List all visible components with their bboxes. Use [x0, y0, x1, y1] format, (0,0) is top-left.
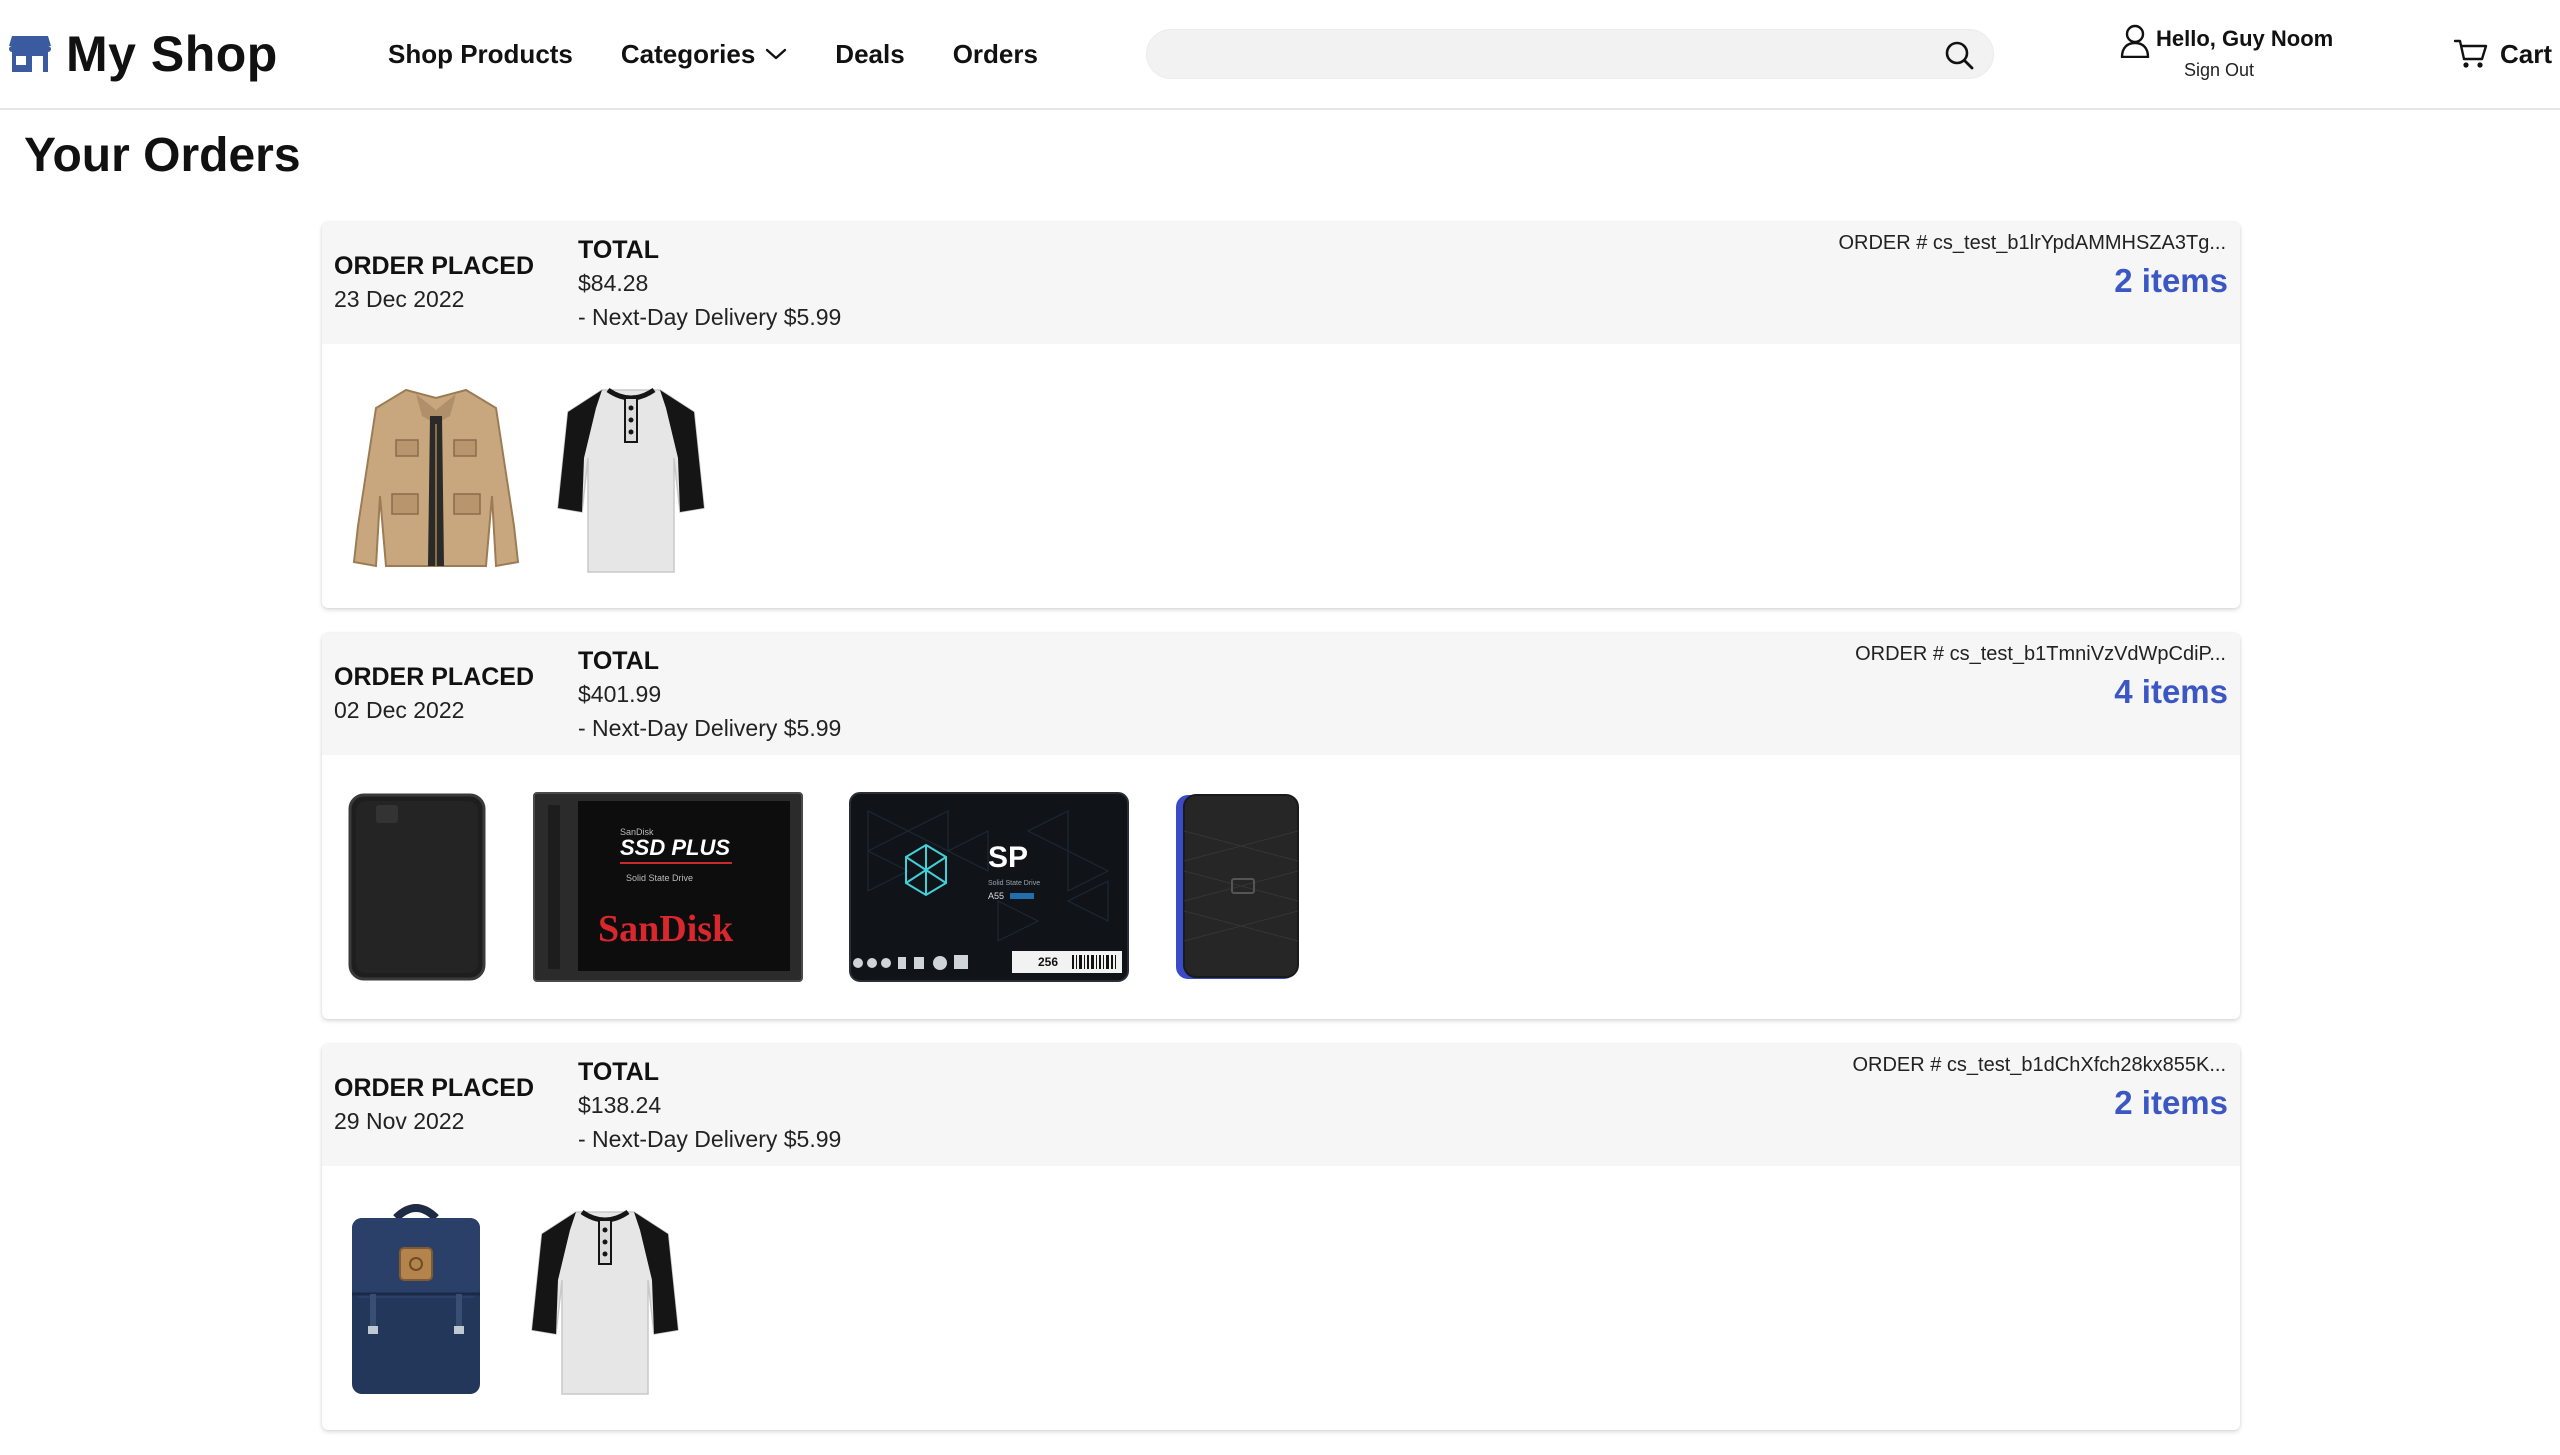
nav-categories[interactable]: Categories [621, 39, 787, 70]
order-placed-label: ORDER PLACED [334, 1074, 535, 1102]
nav-categories-label: Categories [620, 38, 756, 69]
account-greeting: Hello, Guy Noom [2156, 26, 2334, 51]
order-products: SanDisk SSD PLUS Solid State Drive SanDi… [322, 755, 2240, 1019]
nav-deals[interactable]: Deals [835, 39, 904, 70]
order-date: 29 Nov 2022 [334, 1108, 465, 1134]
order-card: ORDER PLACED 02 Dec 2022 TOTAL $401.99 -… [322, 633, 2240, 1019]
henley-tshirt-product-image[interactable] [530, 1198, 680, 1398]
nav-orders[interactable]: Orders [953, 39, 1038, 70]
cart-label: Cart [2500, 38, 2553, 69]
order-card: ORDER PLACED 29 Nov 2022 TOTAL $138.24 -… [322, 1044, 2240, 1430]
backpack-product-image[interactable] [346, 1198, 486, 1398]
logo[interactable]: My Shop [8, 26, 278, 82]
chevron-down-icon [766, 48, 787, 60]
order-items-link[interactable]: 4 items [2114, 673, 2228, 711]
order-delivery: - Next-Day Delivery $5.99 [578, 304, 842, 330]
main-nav: Shop Products Categories Deals Orders [388, 32, 1086, 76]
order-card: ORDER PLACED 23 Dec 2022 TOTAL $84.28 - … [322, 222, 2240, 608]
sandisk-brand-text: SanDisk [598, 908, 734, 950]
order-placed-label: ORDER PLACED [334, 663, 535, 691]
user-icon [2120, 24, 2150, 58]
henley-tshirt-product-image[interactable] [556, 376, 706, 576]
order-placed-label: ORDER PLACED [334, 252, 535, 280]
sp-ssd-product-image[interactable]: SP Solid State Drive A55 256 [848, 791, 1130, 983]
sp-model-text: A55 [988, 891, 1004, 901]
order-delivery: - Next-Day Delivery $5.99 [578, 715, 842, 741]
store-icon [9, 36, 51, 72]
external-hdd-blue-product-image[interactable] [1174, 791, 1300, 983]
order-total-label: TOTAL [578, 1058, 660, 1086]
order-date: 02 Dec 2022 [334, 697, 465, 723]
order-items-link[interactable]: 2 items [2114, 1084, 2228, 1122]
order-number: ORDER # cs_test_b1dChXfch28kx855K... [1852, 1054, 2226, 1076]
order-date: 23 Dec 2022 [334, 286, 465, 312]
cart-icon [2454, 39, 2488, 68]
sp-capacity-text: 256 [1038, 955, 1058, 969]
sandisk-ssd-product-image[interactable]: SanDisk SSD PLUS Solid State Drive SanDi… [532, 791, 804, 983]
jacket-product-image[interactable] [346, 376, 526, 576]
sp-sub-text: Solid State Drive [988, 880, 1040, 887]
page-title: Your Orders [24, 129, 301, 182]
order-products [322, 1166, 2240, 1430]
logo-text: My Shop [66, 26, 278, 82]
cart-button[interactable]: Cart [2454, 34, 2552, 74]
orders-list: ORDER PLACED 23 Dec 2022 TOTAL $84.28 - … [322, 222, 2240, 1455]
order-header: ORDER PLACED 02 Dec 2022 TOTAL $401.99 -… [322, 633, 2240, 755]
order-products [322, 344, 2240, 608]
order-header: ORDER PLACED 23 Dec 2022 TOTAL $84.28 - … [322, 222, 2240, 344]
sandisk-sub-text: Solid State Drive [626, 873, 693, 883]
sign-out-link[interactable]: Sign Out [2184, 60, 2254, 81]
order-number: ORDER # cs_test_b1lrYpdAMMHSZA3Tg... [1838, 232, 2226, 254]
order-total-label: TOTAL [578, 647, 660, 675]
search-icon[interactable] [1943, 39, 1975, 71]
order-delivery: - Next-Day Delivery $5.99 [578, 1126, 842, 1152]
order-total: $401.99 [578, 681, 662, 707]
order-total-label: TOTAL [578, 236, 660, 264]
order-items-link[interactable]: 2 items [2114, 262, 2228, 300]
sp-brand-text: SP [988, 841, 1028, 874]
sandisk-title-text: SSD PLUS [620, 835, 730, 860]
order-total: $84.28 [578, 270, 649, 296]
nav-shop-products[interactable]: Shop Products [388, 39, 573, 70]
external-hdd-black-product-image[interactable] [346, 791, 488, 983]
search-bar [1146, 29, 1994, 79]
site-header: My Shop Shop Products Categories Deals O… [0, 0, 2560, 110]
order-total: $138.24 [578, 1092, 662, 1118]
account-menu[interactable]: Hello, Guy Noom Sign Out [2120, 22, 2340, 86]
search-input[interactable] [1171, 36, 1911, 74]
order-header: ORDER PLACED 29 Nov 2022 TOTAL $138.24 -… [322, 1044, 2240, 1166]
order-number: ORDER # cs_test_b1TmniVzVdWpCdiP... [1855, 643, 2226, 665]
